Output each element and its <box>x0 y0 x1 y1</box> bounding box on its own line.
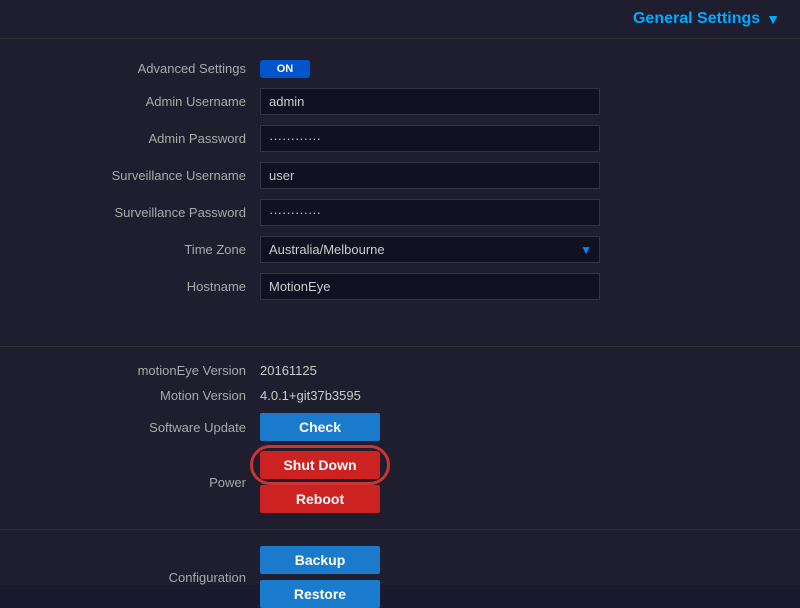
surveillance-password-row: Surveillance Password <box>40 199 760 226</box>
power-row: Power Shut Down Reboot <box>40 451 760 513</box>
advanced-settings-control: ON <box>260 59 600 78</box>
configuration-button-group: Backup Restore <box>260 546 380 608</box>
surveillance-username-input[interactable] <box>260 162 600 189</box>
admin-username-input[interactable] <box>260 88 600 115</box>
admin-username-control <box>260 88 600 115</box>
reboot-button[interactable]: Reboot <box>260 485 380 513</box>
power-button-group: Shut Down Reboot <box>260 451 380 513</box>
admin-username-label: Admin Username <box>40 94 260 109</box>
surveillance-username-label: Surveillance Username <box>40 168 260 183</box>
time-zone-select-wrapper: Australia/Melbourne <box>260 236 600 263</box>
motion-version-value: 4.0.1+git37b3595 <box>260 388 361 403</box>
general-settings-title: General Settings <box>633 10 760 28</box>
advanced-settings-row: Advanced Settings ON <box>40 59 760 78</box>
header-title: General Settings ▼ <box>633 10 780 28</box>
main-container: General Settings ▼ Advanced Settings ON … <box>0 0 800 585</box>
configuration-row: Configuration Backup Restore <box>40 546 760 608</box>
admin-password-control <box>260 125 600 152</box>
configuration-label: Configuration <box>40 570 260 585</box>
surveillance-password-input[interactable] <box>260 199 600 226</box>
configuration-section: Configuration Backup Restore <box>0 546 800 608</box>
advanced-settings-label: Advanced Settings <box>40 61 260 76</box>
software-update-label: Software Update <box>40 420 260 435</box>
header: General Settings ▼ <box>0 0 800 39</box>
motion-version-row: Motion Version 4.0.1+git37b3595 <box>40 388 760 403</box>
surveillance-password-label: Surveillance Password <box>40 205 260 220</box>
hostname-input[interactable] <box>260 273 600 300</box>
hostname-control <box>260 273 600 300</box>
motioneye-version-row: motionEye Version 20161125 <box>40 363 760 378</box>
time-zone-row: Time Zone Australia/Melbourne <box>40 236 760 263</box>
hostname-row: Hostname <box>40 273 760 300</box>
time-zone-label: Time Zone <box>40 242 260 257</box>
surveillance-username-row: Surveillance Username <box>40 162 760 189</box>
admin-password-row: Admin Password <box>40 125 760 152</box>
motion-version-label: Motion Version <box>40 388 260 403</box>
admin-password-input[interactable] <box>260 125 600 152</box>
chevron-down-icon: ▼ <box>766 11 780 27</box>
admin-password-label: Admin Password <box>40 131 260 146</box>
info-section: motionEye Version 20161125 Motion Versio… <box>0 363 800 513</box>
advanced-settings-toggle[interactable]: ON <box>260 60 310 78</box>
backup-button[interactable]: Backup <box>260 546 380 574</box>
shutdown-wrapper: Shut Down <box>260 451 380 479</box>
restore-button[interactable]: Restore <box>260 580 380 608</box>
surveillance-password-control <box>260 199 600 226</box>
divider-2 <box>0 529 800 530</box>
settings-form: Advanced Settings ON Admin Username Admi… <box>0 39 800 330</box>
motioneye-version-label: motionEye Version <box>40 363 260 378</box>
software-update-row: Software Update Check <box>40 413 760 441</box>
surveillance-username-control <box>260 162 600 189</box>
shutdown-button[interactable]: Shut Down <box>260 451 380 479</box>
divider-1 <box>0 346 800 347</box>
check-button[interactable]: Check <box>260 413 380 441</box>
time-zone-select[interactable]: Australia/Melbourne <box>260 236 600 263</box>
motioneye-version-value: 20161125 <box>260 363 317 378</box>
admin-username-row: Admin Username <box>40 88 760 115</box>
power-label: Power <box>40 475 260 490</box>
hostname-label: Hostname <box>40 279 260 294</box>
